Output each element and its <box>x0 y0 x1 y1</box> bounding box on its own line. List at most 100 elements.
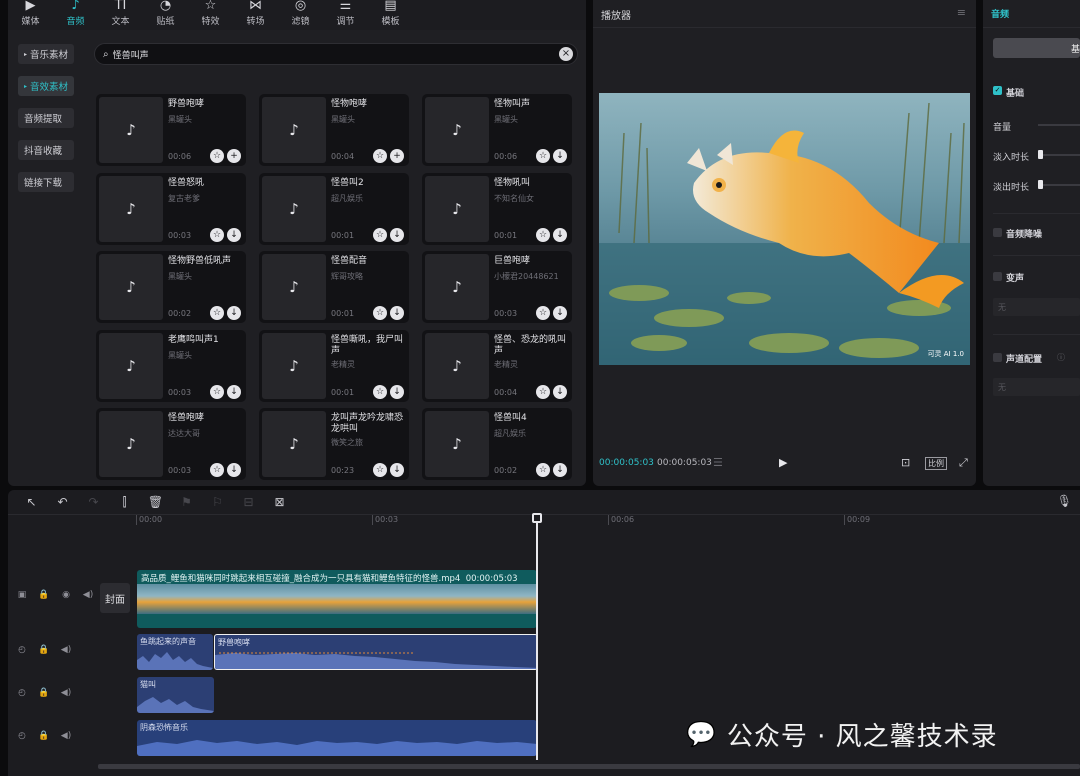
search-input[interactable]: ⌕ 怪兽叫声 × <box>94 43 578 65</box>
sound-card[interactable]: ♪ 怪物吼叫 不知名仙女 00:01 ☆ ↓ <box>422 172 572 245</box>
lock-icon[interactable]: 🔒 <box>38 688 50 698</box>
mute-icon[interactable]: ◀) <box>60 645 72 655</box>
sound-card[interactable]: ♪ 怪兽叫2 超凡娱乐 00:01 ☆ ↓ <box>259 172 409 245</box>
add-icon[interactable]: + <box>390 149 404 163</box>
download-icon[interactable]: ↓ <box>390 463 404 477</box>
audio-clip[interactable]: 鱼跳起来的声音 <box>137 634 213 670</box>
split-icon[interactable]: ⫿ <box>109 495 140 510</box>
fade-in-handle[interactable] <box>1038 150 1043 159</box>
marker-icon[interactable]: ⚐ <box>202 495 233 509</box>
download-icon[interactable]: ↓ <box>553 227 567 242</box>
mute-icon[interactable]: ◀) <box>60 731 72 741</box>
favorite-icon[interactable]: ☆ <box>536 463 550 477</box>
tab-text[interactable]: TI 文本 <box>98 0 143 30</box>
crop-icon[interactable]: ⊟ <box>233 495 264 509</box>
sound-thumbnail[interactable]: ♪ <box>99 332 163 399</box>
video-clip[interactable]: 高品质_鲤鱼和猫咪同时跳起来相互碰撞_融合成为一只具有猫和鲤鱼特征的怪兽.mp4… <box>137 570 537 628</box>
sound-card[interactable]: ♪ 怪兽配音 辉哥攻略 00:01 ☆ ↓ <box>259 251 409 323</box>
download-icon[interactable]: ↓ <box>390 227 404 242</box>
tab-media[interactable]: ▶ 媒体 <box>8 0 53 30</box>
sound-thumbnail[interactable]: ♪ <box>262 97 326 163</box>
sound-card[interactable]: ♪ 怪兽、恐龙的吼叫声 老精灵 00:04 ☆ ↓ <box>422 329 572 402</box>
sidebar-item[interactable]: 链接下载 <box>18 172 74 192</box>
cover-button[interactable]: 封面 <box>100 583 130 613</box>
favorite-icon[interactable]: ☆ <box>373 227 387 242</box>
freeze-icon[interactable]: ⚑ <box>171 495 202 509</box>
favorite-icon[interactable]: ☆ <box>210 463 224 477</box>
sound-thumbnail[interactable]: ♪ <box>262 175 326 242</box>
sound-card[interactable]: ♪ 野兽咆哮 黑罐头 00:06 ☆ + <box>96 94 246 166</box>
redo-icon[interactable]: ↷ <box>78 495 109 509</box>
sound-card[interactable]: ♪ 怪兽怒吼 复古老爹 00:03 ☆ ↓ <box>96 172 246 245</box>
denoise-checkbox[interactable] <box>993 228 1002 237</box>
download-icon[interactable]: ↓ <box>227 384 241 399</box>
favorite-icon[interactable]: ☆ <box>536 306 550 320</box>
sound-card[interactable]: ♪ 怪物咆哮 黑罐头 00:04 ☆ + <box>259 94 409 166</box>
favorite-icon[interactable]: ☆ <box>373 384 387 399</box>
lock-icon[interactable]: 🔒 <box>38 731 50 741</box>
download-icon[interactable]: ↓ <box>553 306 567 320</box>
waveform-toggle-icon[interactable]: ☰ <box>713 456 723 469</box>
add-icon[interactable]: + <box>227 149 241 163</box>
favorite-icon[interactable]: ☆ <box>210 306 224 320</box>
favorite-icon[interactable]: ☆ <box>536 227 550 242</box>
sidebar-item[interactable]: ▸ 音效素材 <box>18 76 74 96</box>
tab-adjust[interactable]: ⚌ 调节 <box>323 0 368 30</box>
select-tool-icon[interactable]: ↖ <box>16 495 47 509</box>
download-icon[interactable]: ↓ <box>227 463 241 477</box>
tab-audio[interactable]: ♪ 音频 <box>53 0 98 30</box>
mute-icon[interactable]: ◀) <box>82 590 94 600</box>
visibility-icon[interactable]: ◉ <box>60 590 72 600</box>
sound-card[interactable]: ♪ 怪兽咆哮 达达大哥 00:03 ☆ ↓ <box>96 408 246 480</box>
fit-screen-icon[interactable]: ⊡ <box>901 456 910 469</box>
favorite-icon[interactable]: ☆ <box>536 384 550 399</box>
video-preview[interactable]: 可灵 AI 1.0 <box>599 93 970 365</box>
favorite-icon[interactable]: ☆ <box>373 149 387 163</box>
sound-thumbnail[interactable]: ♪ <box>262 332 326 399</box>
download-icon[interactable]: ↓ <box>227 306 241 320</box>
lock-icon[interactable]: 🔒 <box>38 645 50 655</box>
sound-card[interactable]: ♪ 怪物野兽低吼声 黑罐头 00:02 ☆ ↓ <box>96 251 246 323</box>
sound-card[interactable]: ♪ 龙叫声龙吟龙啸恐龙哄叫 微笑之旅 00:23 ☆ ↓ <box>259 408 409 480</box>
fullscreen-icon[interactable]: ⤢ <box>959 456 968 470</box>
favorite-icon[interactable]: ☆ <box>210 149 224 163</box>
favorite-icon[interactable]: ☆ <box>373 306 387 320</box>
microphone-icon[interactable]: 🎙 <box>1057 494 1072 508</box>
horizontal-scrollbar[interactable] <box>98 764 1080 769</box>
favorite-icon[interactable]: ☆ <box>210 227 224 242</box>
sound-thumbnail[interactable]: ♪ <box>99 254 163 320</box>
sound-thumbnail[interactable]: ♪ <box>262 411 326 477</box>
sound-thumbnail[interactable]: ♪ <box>425 97 489 163</box>
sound-card[interactable]: ♪ 怪物叫声 黑罐头 00:06 ☆ ↓ <box>422 94 572 166</box>
sound-thumbnail[interactable]: ♪ <box>425 175 489 242</box>
menu-icon[interactable]: ≡ <box>957 6 966 19</box>
basic-checkbox[interactable]: ✓ <box>993 86 1002 95</box>
aspect-ratio-button[interactable]: 比例 <box>925 457 947 470</box>
fade-in-slider[interactable] <box>1038 154 1080 156</box>
sound-thumbnail[interactable]: ♪ <box>99 411 163 477</box>
sidebar-item[interactable]: 音频提取 <box>18 108 74 128</box>
sound-thumbnail[interactable]: ♪ <box>425 411 489 477</box>
play-icon[interactable]: ▶ <box>779 456 787 469</box>
fade-out-slider[interactable] <box>1038 184 1080 186</box>
sidebar-item[interactable]: ▸ 音乐素材 <box>18 44 74 64</box>
channel-select[interactable]: 无 <box>993 378 1080 396</box>
favorite-icon[interactable]: ☆ <box>536 149 550 163</box>
delete-icon[interactable]: 🗑 <box>140 495 171 509</box>
voice-change-select[interactable]: 无 <box>993 298 1080 316</box>
download-icon[interactable]: ↓ <box>553 149 567 163</box>
playhead[interactable] <box>532 513 542 760</box>
audio-clip[interactable]: 阴森恐怖音乐 <box>137 720 537 756</box>
audio-clip[interactable]: 猫叫 <box>137 677 214 713</box>
channel-checkbox[interactable] <box>993 353 1002 362</box>
tab-basic[interactable]: 基 <box>993 38 1080 58</box>
sound-thumbnail[interactable]: ♪ <box>262 254 326 320</box>
sound-thumbnail[interactable]: ♪ <box>99 97 163 163</box>
sound-card[interactable]: ♪ 巨兽咆哮 小檬君20448621 00:03 ☆ ↓ <box>422 251 572 323</box>
download-icon[interactable]: ↓ <box>390 306 404 320</box>
lock-icon[interactable]: 🔒 <box>38 590 50 600</box>
download-icon[interactable]: ↓ <box>553 463 567 477</box>
tab-sticker[interactable]: ◔ 贴纸 <box>143 0 188 30</box>
tab-transition[interactable]: ⋈ 转场 <box>233 0 278 30</box>
voice-change-checkbox[interactable] <box>993 272 1002 281</box>
